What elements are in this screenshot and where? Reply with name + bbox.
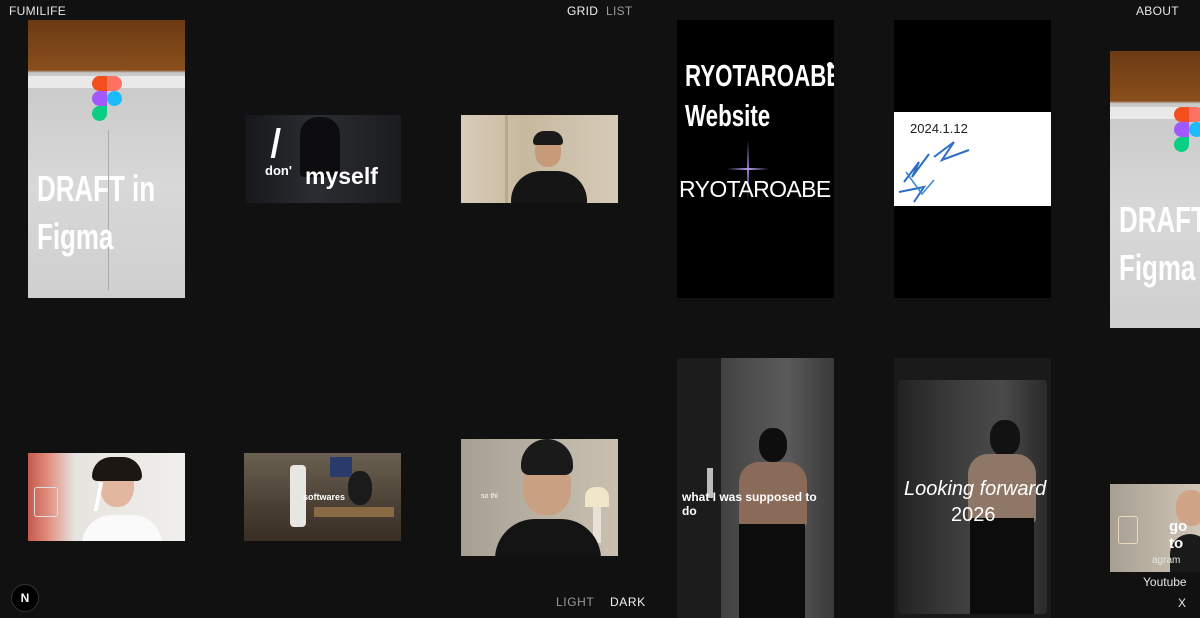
tile-title-line1: RYOTAROABE xyxy=(685,58,834,93)
tile-talking-video[interactable] xyxy=(461,115,618,203)
tile-caption: what I was supposed to do xyxy=(682,490,817,518)
scribble-icon xyxy=(898,141,970,203)
theme-light-toggle[interactable]: LIGHT xyxy=(556,595,594,609)
close-button[interactable]: X xyxy=(1178,596,1186,610)
youtube-link[interactable]: Youtube xyxy=(1143,575,1187,589)
sticker-icon xyxy=(1118,516,1138,544)
theme-dark-toggle[interactable]: DARK xyxy=(610,595,646,609)
dot-icon xyxy=(827,62,833,68)
figma-logo-icon xyxy=(92,76,122,122)
tile-title-line1: Looking forward xyxy=(904,478,1047,500)
tile-small-text: agram xyxy=(1152,555,1181,566)
tile-title-line2: 2026 xyxy=(951,504,996,526)
about-link[interactable]: ABOUT xyxy=(1136,4,1179,18)
tile-figma-draft-2[interactable]: DRAFT in Figma xyxy=(1110,51,1200,328)
n-badge-icon[interactable]: N xyxy=(11,584,39,612)
tab-list[interactable]: LIST xyxy=(606,4,633,18)
tile-title-line2: Website xyxy=(685,98,771,133)
tile-ryotaroabe-website[interactable]: RYOTAROABE Website RYOTAROABE xyxy=(677,20,834,298)
site-brand[interactable]: FUMILIFE xyxy=(9,4,66,18)
tab-grid[interactable]: GRID xyxy=(567,4,598,18)
tile-big-text: go to xyxy=(1169,518,1188,552)
tile-figma-draft[interactable]: DRAFT in Figma xyxy=(28,20,185,298)
tile-looking-forward[interactable]: Looking forward 2026 xyxy=(894,358,1051,618)
n-badge-letter: N xyxy=(20,591,30,605)
tile-title-line2: Figma xyxy=(37,216,114,257)
tile-myself[interactable]: I don' myself xyxy=(245,115,401,203)
tile-title-line3: RYOTAROABE xyxy=(679,176,831,202)
tile-script: I xyxy=(269,119,282,168)
figma-logo-icon xyxy=(1174,107,1200,153)
tile-title-line1: DRAFT in xyxy=(37,168,156,209)
tile-beanie-video[interactable]: so thi xyxy=(461,439,618,556)
tile-desk[interactable]: softwares xyxy=(244,453,401,541)
tile-title-line2: Figma xyxy=(1119,247,1196,288)
sticker-icon xyxy=(34,487,58,517)
tile-script: I xyxy=(92,473,104,520)
tile-go-to[interactable]: go to agram xyxy=(1110,484,1200,572)
tile-caption: so thi xyxy=(481,493,498,500)
tile-title-line1: DRAFT in xyxy=(1119,199,1200,240)
tile-mirror-selfie[interactable]: what I was supposed to do xyxy=(677,358,834,618)
tile-portrait[interactable]: I xyxy=(28,453,185,541)
tile-date[interactable]: 2024.1.12 xyxy=(894,20,1051,298)
tile-small-text: don' xyxy=(265,163,292,178)
tile-caption: softwares xyxy=(303,492,346,502)
tile-big-text: myself xyxy=(305,163,378,189)
